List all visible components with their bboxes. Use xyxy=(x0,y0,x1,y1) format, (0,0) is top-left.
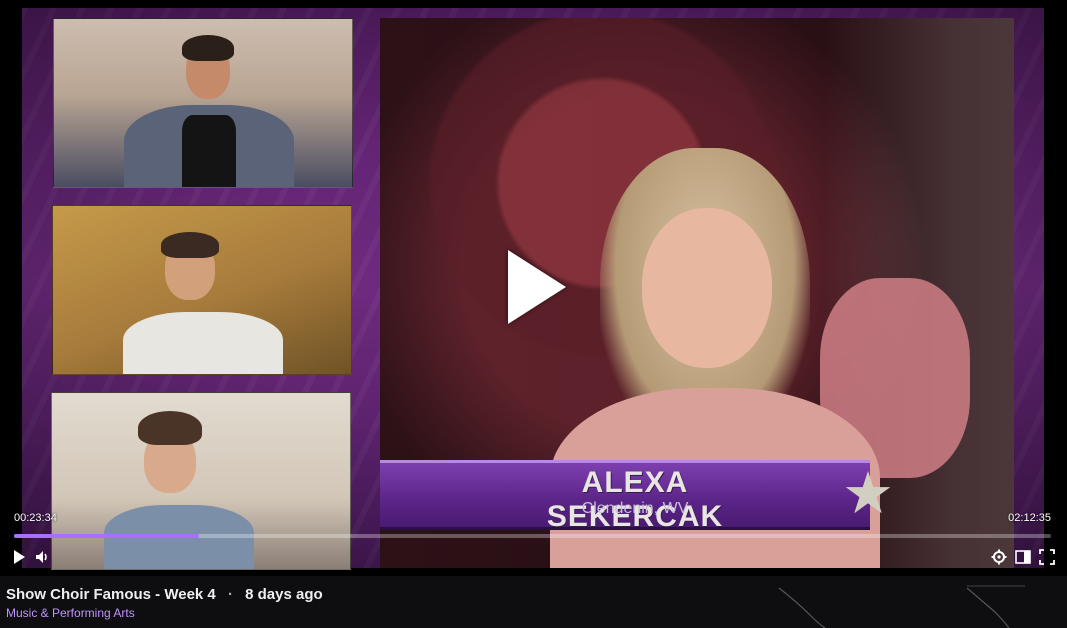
current-time: 00:23:34 xyxy=(14,512,57,524)
participant-tile-2 xyxy=(52,205,352,375)
participant-tile-3 xyxy=(51,392,351,570)
speaker-face xyxy=(642,208,772,368)
seek-bar-played xyxy=(14,534,199,538)
video-age: 8 days ago xyxy=(245,586,323,603)
decorative-scribble xyxy=(778,585,1025,628)
fullscreen-icon[interactable] xyxy=(1038,548,1056,566)
big-play-button[interactable] xyxy=(508,250,566,324)
gear-icon[interactable] xyxy=(990,548,1008,566)
video-title-line: Show Choir Famous - Week 4 · 8 days ago xyxy=(6,586,323,603)
seek-bar[interactable] xyxy=(14,534,1051,538)
theatre-mode-icon[interactable] xyxy=(1014,548,1032,566)
lower-third-nameplate: ALEXA SEKERCAK Clendenin, WV ★ xyxy=(380,456,900,533)
participant-shirt xyxy=(182,115,236,187)
participant-hair xyxy=(138,411,202,445)
category-link[interactable]: Music & Performing Arts xyxy=(6,606,135,620)
total-duration: 02:12:35 xyxy=(1008,512,1051,524)
video-title[interactable]: Show Choir Famous - Week 4 xyxy=(6,586,216,603)
participant-hair xyxy=(161,232,219,258)
play-icon[interactable] xyxy=(10,548,28,566)
volume-icon[interactable] xyxy=(33,548,51,566)
speaker-location: Clendenin, WV xyxy=(581,500,689,517)
title-separator: · xyxy=(227,586,233,603)
participant-tile-1 xyxy=(53,18,353,188)
participant-hair xyxy=(182,35,234,61)
video-player[interactable]: ALEXA SEKERCAK Clendenin, WV ★ 00:23:34 … xyxy=(0,0,1067,576)
star-icon: ★ xyxy=(842,461,894,526)
participant-body xyxy=(123,312,283,374)
